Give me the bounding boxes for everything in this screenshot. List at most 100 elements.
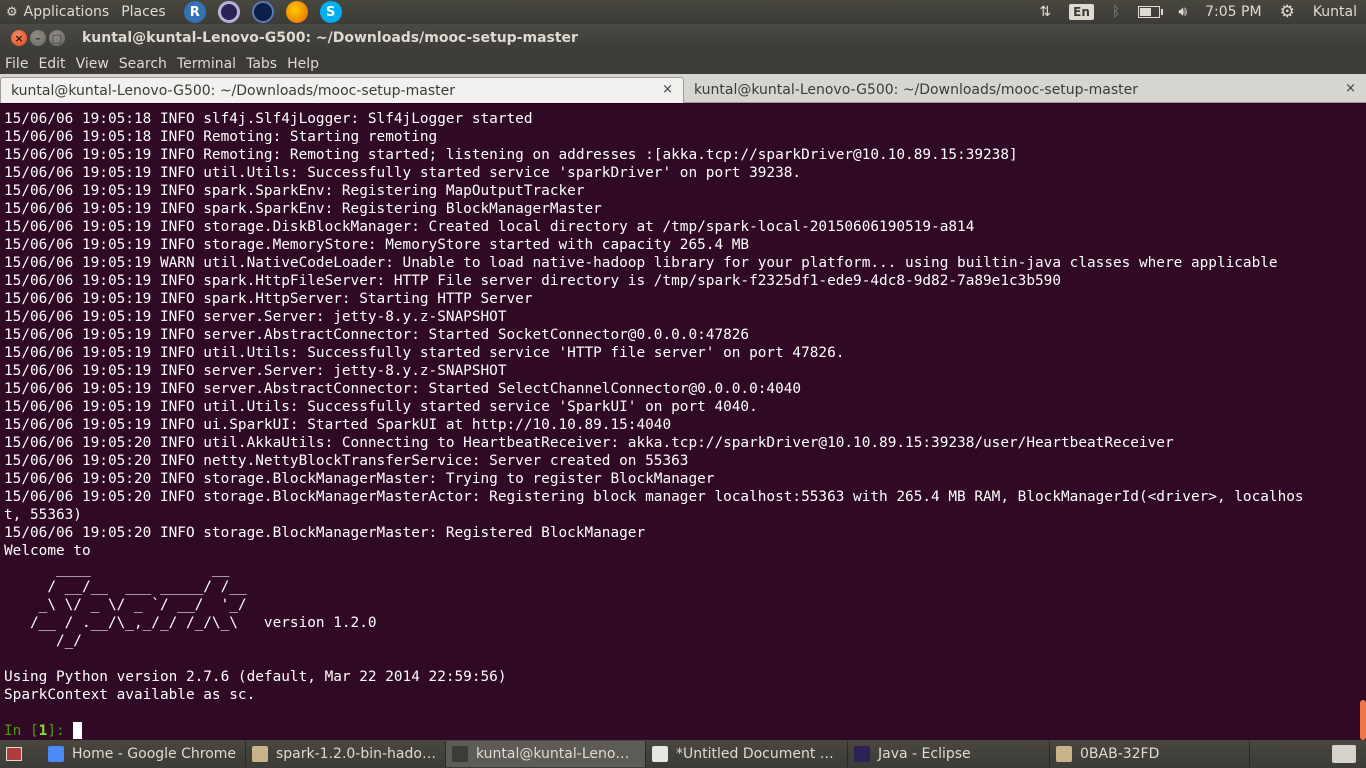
terminal-tab-2[interactable]: kuntal@kuntal-Lenovo-G500: ~/Downloads/m… xyxy=(684,77,1366,103)
terminal-line: /__ / .__/\_,_/_/ /_/\_\ version 1.2.0 xyxy=(4,615,377,631)
tab-close-icon[interactable]: × xyxy=(1345,81,1356,96)
window-title: kuntal@kuntal-Lenovo-G500: ~/Downloads/m… xyxy=(82,30,578,46)
task-app-icon xyxy=(252,746,268,762)
battery-icon[interactable] xyxy=(1138,6,1164,18)
tab-label: kuntal@kuntal-Lenovo-G500: ~/Downloads/m… xyxy=(694,82,1138,98)
terminal-line: 15/06/06 19:05:20 INFO storage.BlockMana… xyxy=(4,489,1304,505)
task-app-icon xyxy=(452,746,468,762)
menu-help[interactable]: Help xyxy=(282,56,324,72)
terminal-line: 15/06/06 19:05:20 INFO netty.NettyBlockT… xyxy=(4,453,689,469)
terminal-line: 15/06/06 19:05:19 INFO ui.SparkUI: Start… xyxy=(4,417,672,433)
terminal-area[interactable]: 15/06/06 19:05:18 INFO slf4j.Slf4jLogger… xyxy=(0,104,1366,740)
keyboard-layout-indicator[interactable]: En xyxy=(1069,4,1094,20)
terminal-line: 15/06/06 19:05:19 INFO server.Server: je… xyxy=(4,363,507,379)
terminal-line: 15/06/06 19:05:19 WARN util.NativeCodeLo… xyxy=(4,255,1278,271)
terminal-line: 15/06/06 19:05:19 INFO server.AbstractCo… xyxy=(4,381,802,397)
places-menu[interactable]: Places xyxy=(115,4,172,20)
scrollbar-thumb[interactable] xyxy=(1360,700,1366,740)
window-titlebar[interactable]: × – □ kuntal@kuntal-Lenovo-G500: ~/Downl… xyxy=(0,24,1366,52)
launcher-list: RS xyxy=(178,1,348,23)
taskbar-item[interactable]: kuntal@kuntal-Leno… xyxy=(446,741,646,767)
prompt-end-label: ]: xyxy=(47,723,74,739)
tab-close-icon[interactable]: × xyxy=(662,82,673,97)
taskbar-item[interactable]: 0BAB-32FD xyxy=(1050,741,1250,767)
taskbar-item[interactable]: *Untitled Document … xyxy=(646,741,848,767)
top-panel: ⚙ Applications Places RS ⇅ En ᛒ 🔊︎ 7:05 … xyxy=(0,0,1366,24)
task-label: *Untitled Document … xyxy=(676,746,834,762)
window-minimize-button[interactable]: – xyxy=(30,30,46,46)
gear-icon[interactable]: ⚙ xyxy=(1280,2,1295,22)
menu-bar: File Edit View Search Terminal Tabs Help xyxy=(0,52,1366,74)
text-cursor xyxy=(73,722,83,739)
window-maximize-button[interactable]: □ xyxy=(49,30,65,46)
rstudio-icon[interactable]: R xyxy=(183,1,206,23)
menu-terminal[interactable]: Terminal xyxy=(172,56,241,72)
terminal-line: 15/06/06 19:05:20 INFO storage.BlockMana… xyxy=(4,525,646,541)
menu-search[interactable]: Search xyxy=(114,56,172,72)
terminal-line: 15/06/06 19:05:18 INFO slf4j.Slf4jLogger… xyxy=(4,111,533,127)
terminal-line: Welcome to xyxy=(4,543,91,559)
show-desktop-icon[interactable] xyxy=(6,747,22,761)
eclipse-icon[interactable] xyxy=(217,1,240,23)
terminal-line: 15/06/06 19:05:19 INFO util.Utils: Succe… xyxy=(4,399,758,415)
terminal-line: 15/06/06 19:05:19 INFO server.Server: je… xyxy=(4,309,507,325)
volume-icon[interactable]: 🔊︎ xyxy=(1178,4,1187,20)
terminal-scrollbar[interactable] xyxy=(1360,104,1366,740)
menu-edit[interactable]: Edit xyxy=(33,56,70,72)
terminal-line: ____ __ xyxy=(4,561,230,577)
network-updown-icon[interactable]: ⇅ xyxy=(1039,4,1051,20)
terminal-line: 15/06/06 19:05:19 INFO spark.HttpFileSer… xyxy=(4,273,1061,289)
taskbar-item[interactable]: Home - Google Chrome xyxy=(42,741,246,767)
terminal-line: 15/06/06 19:05:19 INFO util.Utils: Succe… xyxy=(4,165,802,181)
taskbar-item[interactable]: Java - Eclipse xyxy=(848,741,1050,767)
terminal-line: 15/06/06 19:05:20 INFO storage.BlockMana… xyxy=(4,471,715,487)
menu-tabs[interactable]: Tabs xyxy=(241,56,282,72)
task-app-icon xyxy=(48,746,64,762)
terminal-line: 15/06/06 19:05:19 INFO spark.SparkEnv: R… xyxy=(4,201,602,217)
ubuntu-logo-icon[interactable]: ⚙ xyxy=(6,5,18,20)
terminal-line: 15/06/06 19:05:19 INFO spark.HttpServer:… xyxy=(4,291,533,307)
terminal-line: 15/06/06 19:05:19 INFO spark.SparkEnv: R… xyxy=(4,183,585,199)
bottom-taskbar: Home - Google Chrome spark-1.2.0-bin-hado… xyxy=(0,740,1366,768)
task-app-icon xyxy=(652,746,668,762)
terminal-line: /_/ xyxy=(4,633,82,649)
terminal-line: 15/06/06 19:05:19 INFO storage.DiskBlock… xyxy=(4,219,975,235)
task-app-icon xyxy=(1056,746,1072,762)
user-menu[interactable]: Kuntal xyxy=(1313,4,1357,20)
trash-icon[interactable] xyxy=(1332,745,1356,763)
clock[interactable]: 7:05 PM xyxy=(1205,4,1261,20)
night-sky-icon[interactable] xyxy=(251,1,274,23)
window-close-button[interactable]: × xyxy=(11,30,27,46)
battery-level xyxy=(1140,8,1152,16)
task-app-icon xyxy=(854,746,870,762)
terminal-line: _\ \/ _ \/ _ `/ __/ '_/ xyxy=(4,597,247,613)
terminal-line: 15/06/06 19:05:20 INFO util.AkkaUtils: C… xyxy=(4,435,1174,451)
terminal-output: 15/06/06 19:05:18 INFO slf4j.Slf4jLogger… xyxy=(4,110,1356,740)
terminal-line: SparkContext available as sc. xyxy=(4,687,256,703)
terminal-tab-1[interactable]: kuntal@kuntal-Lenovo-G500: ~/Downloads/m… xyxy=(0,77,684,103)
prompt-in-label: In [ xyxy=(4,723,39,739)
terminal-line: 15/06/06 19:05:19 INFO server.AbstractCo… xyxy=(4,327,750,343)
terminal-line: 15/06/06 19:05:19 INFO util.Utils: Succe… xyxy=(4,345,845,361)
firefox-icon[interactable] xyxy=(285,1,308,23)
indicator-area: ⇅ En ᛒ 🔊︎ 7:05 PM ⚙ Kuntal xyxy=(1030,0,1366,24)
tab-bar: kuntal@kuntal-Lenovo-G500: ~/Downloads/m… xyxy=(0,74,1366,103)
taskbar-item[interactable]: spark-1.2.0-bin-hado… xyxy=(246,741,446,767)
terminal-line: / __/__ ___ _____/ /__ xyxy=(4,579,247,595)
terminal-line: 15/06/06 19:05:19 INFO Remoting: Remotin… xyxy=(4,147,1018,163)
bluetooth-icon[interactable]: ᛒ xyxy=(1112,4,1120,20)
skype-icon[interactable]: S xyxy=(319,1,342,23)
tab-label: kuntal@kuntal-Lenovo-G500: ~/Downloads/m… xyxy=(11,82,455,99)
task-label: spark-1.2.0-bin-hado… xyxy=(276,746,436,762)
task-label: 0BAB-32FD xyxy=(1080,746,1160,762)
terminal-line: 15/06/06 19:05:18 INFO Remoting: Startin… xyxy=(4,129,438,145)
ipython-prompt[interactable]: In [1]: xyxy=(4,722,1356,740)
terminal-line: t, 55363) xyxy=(4,507,82,523)
menu-view[interactable]: View xyxy=(71,56,114,72)
applications-menu[interactable]: Applications xyxy=(18,4,116,20)
menu-file[interactable]: File xyxy=(0,56,33,72)
terminal-line: 15/06/06 19:05:19 INFO storage.MemorySto… xyxy=(4,237,750,253)
terminal-line: Using Python version 2.7.6 (default, Mar… xyxy=(4,669,507,685)
